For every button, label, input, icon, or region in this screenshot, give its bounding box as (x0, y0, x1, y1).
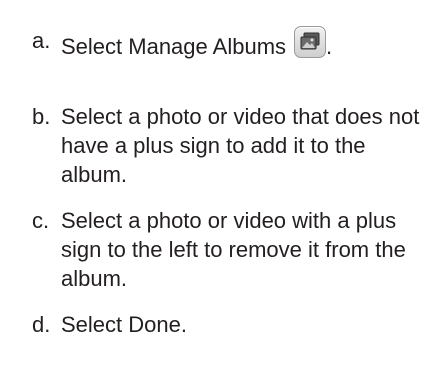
step-d-text: Select Done. (61, 312, 187, 337)
step-a: a. Select Manage Albums . (32, 26, 432, 61)
step-c: c. Select a photo or video with a plus s… (32, 206, 432, 293)
step-a-letter: a. (32, 28, 51, 53)
step-b: b. Select a photo or video that does not… (32, 102, 432, 189)
instruction-steps: a. Select Manage Albums . b. Select a ph… (0, 0, 433, 370)
step-c-text: Select a photo or video with a plus sign… (61, 208, 406, 291)
step-a-text-before: Select Manage Albums (61, 34, 287, 59)
step-a-text: Select Manage Albums . (52, 26, 432, 61)
manage-albums-icon (294, 26, 327, 58)
step-c-letter: c. (32, 208, 50, 233)
step-d-letter: d. (32, 312, 51, 337)
step-a-text-after: . (326, 34, 333, 59)
step-b-text: Select a photo or video that does not ha… (61, 104, 420, 187)
step-b-letter: b. (32, 104, 51, 129)
step-d: d. Select Done. (32, 310, 432, 339)
